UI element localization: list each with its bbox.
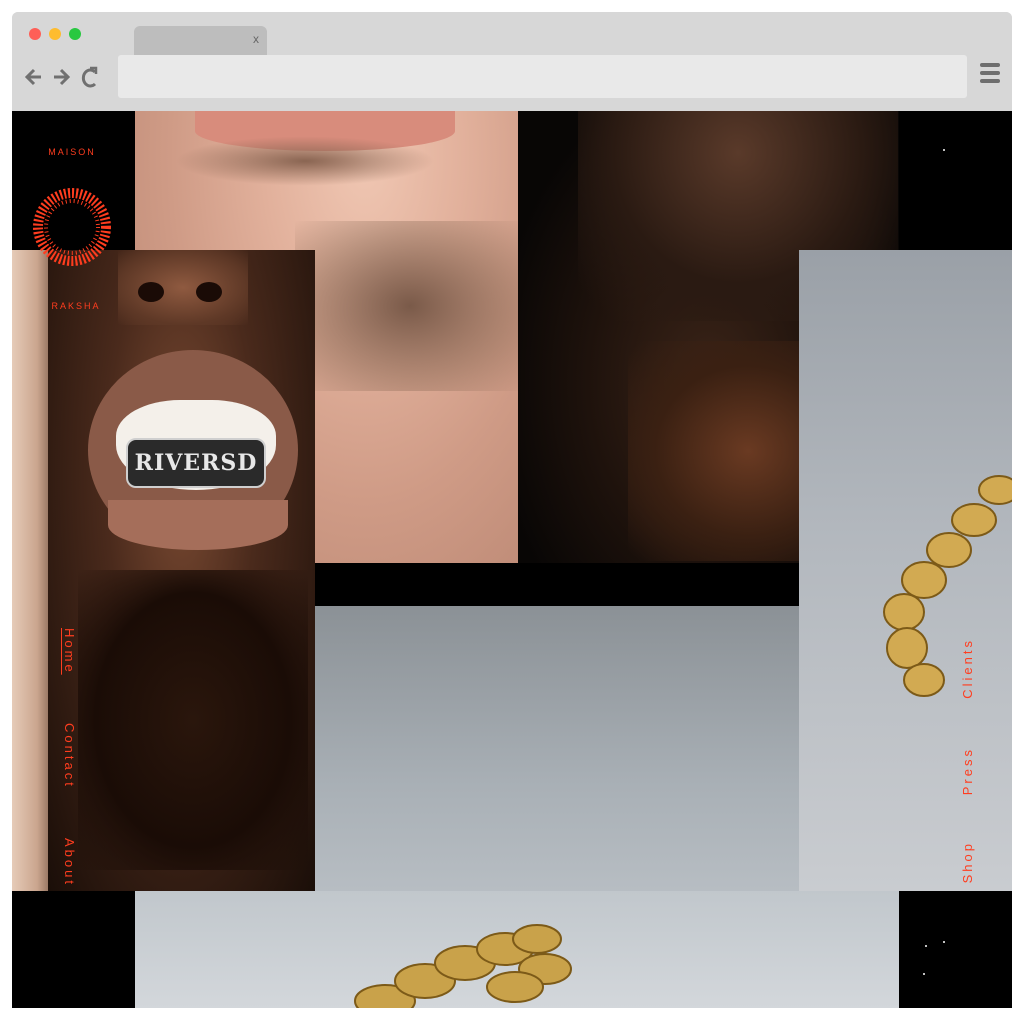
photo-face-slice bbox=[12, 250, 48, 891]
back-button[interactable] bbox=[24, 66, 43, 93]
photo-grill-smile: RIVERSD bbox=[48, 250, 315, 891]
arrow-right-icon bbox=[54, 68, 71, 86]
grill-lettering: RIVERSD bbox=[126, 438, 266, 488]
star-dot bbox=[943, 941, 945, 943]
nav-clients[interactable]: Clients bbox=[960, 638, 975, 699]
browser-tab[interactable]: x bbox=[134, 26, 267, 56]
logo-bottom-text: RAKSHA bbox=[51, 301, 100, 311]
reload-button[interactable] bbox=[80, 66, 98, 95]
logo-emblem: MAISON RAKSHA bbox=[33, 147, 111, 311]
forward-button[interactable] bbox=[52, 66, 71, 93]
star-dot bbox=[923, 973, 925, 975]
star-dot bbox=[943, 149, 945, 151]
star-dot bbox=[925, 945, 927, 947]
tab-close-icon[interactable]: x bbox=[253, 32, 259, 46]
logo-top-text: MAISON bbox=[48, 147, 96, 157]
gold-chain-image bbox=[354, 924, 572, 1008]
nav-about[interactable]: About bbox=[62, 838, 77, 887]
nav-press[interactable]: Press bbox=[960, 747, 975, 795]
reload-icon bbox=[81, 66, 98, 88]
maximize-window-dot[interactable] bbox=[69, 28, 81, 40]
browser-window: x RIVERSD MAISON RAKSHA Home Contact Abo… bbox=[12, 12, 1012, 1008]
browser-chrome: x bbox=[12, 12, 1012, 111]
maison-raksha-logo[interactable]: MAISON RAKSHA bbox=[24, 141, 120, 311]
nav-home[interactable]: Home bbox=[62, 628, 77, 675]
address-bar[interactable] bbox=[118, 55, 967, 98]
photo-gold-ring bbox=[799, 250, 1012, 891]
close-window-dot[interactable] bbox=[29, 28, 41, 40]
gold-chain-ring-image bbox=[883, 475, 1012, 697]
hamburger-menu-icon[interactable] bbox=[980, 63, 1000, 91]
nav-contact[interactable]: Contact bbox=[62, 723, 77, 789]
nav-shop[interactable]: Shop bbox=[960, 841, 975, 883]
minimize-window-dot[interactable] bbox=[49, 28, 61, 40]
arrow-left-icon bbox=[24, 68, 41, 86]
photo-gold-chain-lower bbox=[135, 891, 899, 1008]
website-viewport: RIVERSD MAISON RAKSHA Home Contact About… bbox=[12, 111, 1012, 1008]
